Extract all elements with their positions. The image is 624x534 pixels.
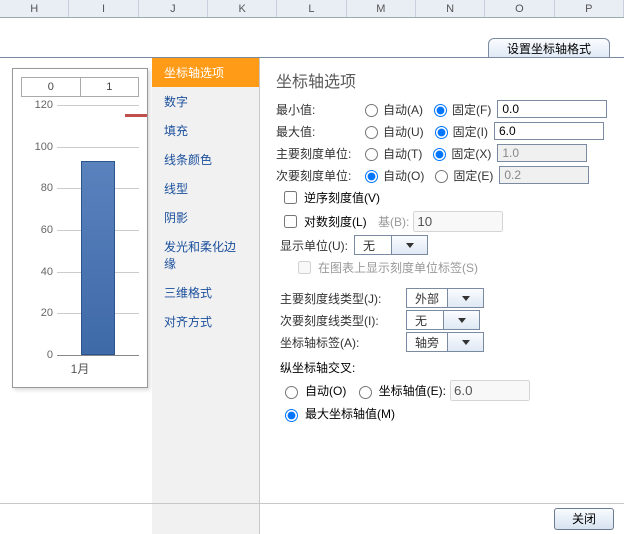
chevron-down-icon xyxy=(447,289,483,307)
chart-x-label: 1月 xyxy=(13,360,147,377)
chart-bar[interactable] xyxy=(81,161,115,355)
axis-label-select[interactable]: 轴旁 xyxy=(406,332,484,352)
sidebar-item-number[interactable]: 数字 xyxy=(152,87,259,116)
chevron-down-icon xyxy=(443,311,479,329)
show-unit-label-checkbox xyxy=(298,261,311,274)
min-value-input[interactable] xyxy=(497,100,607,118)
max-label: 最大值: xyxy=(276,123,354,140)
chevron-down-icon xyxy=(447,333,483,351)
major-unit-label: 主要刻度单位: xyxy=(276,145,354,162)
chart-gridline xyxy=(57,105,139,106)
close-button[interactable]: 关闭 xyxy=(554,508,614,530)
col-h: H xyxy=(0,0,69,17)
sidebar-item-shadow[interactable]: 阴影 xyxy=(152,203,259,232)
col-m: M xyxy=(347,0,416,17)
sidebar-item-line-style[interactable]: 线型 xyxy=(152,174,259,203)
dialog-tab-format-axis[interactable]: 设置坐标轴格式 xyxy=(488,38,610,58)
minor-auto-radio[interactable]: 自动(O) xyxy=(360,167,424,184)
chart-ytick: 20 xyxy=(23,307,53,319)
reverse-label: 逆序刻度值(V) xyxy=(304,189,380,206)
cross-value-radio[interactable] xyxy=(359,386,372,399)
min-fixed-radio[interactable]: 固定(F) xyxy=(429,101,491,118)
major-unit-input[interactable] xyxy=(497,144,587,162)
chart-ytick: 120 xyxy=(23,99,53,111)
major-auto-radio[interactable]: 自动(T) xyxy=(360,145,422,162)
min-auto-radio[interactable]: 自动(A) xyxy=(360,101,423,118)
col-k: K xyxy=(208,0,277,17)
minor-fixed-radio[interactable]: 固定(E) xyxy=(430,167,493,184)
minor-tick-label: 次要刻度线类型(I): xyxy=(280,312,400,329)
logscale-base-label: 基(B): xyxy=(378,213,409,230)
cross-auto-radio[interactable] xyxy=(285,386,298,399)
minor-unit-label: 次要刻度单位: xyxy=(276,167,354,184)
max-fixed-radio[interactable]: 固定(I) xyxy=(430,123,488,140)
pane-title: 坐标轴选项 xyxy=(276,68,608,92)
sidebar-item-line-color[interactable]: 线条颜色 xyxy=(152,145,259,174)
cross-value-input[interactable] xyxy=(450,380,530,401)
column-headers: H I J K L M N O P xyxy=(0,0,624,18)
show-unit-label-text: 在图表上显示刻度单位标签(S) xyxy=(318,259,478,276)
sidebar-item-glow[interactable]: 发光和柔化边缘 xyxy=(152,232,259,278)
chart-y-axis: 020406080100120 xyxy=(23,105,53,355)
axis-options-pane: 坐标轴选项 最小值: 自动(A) 固定(F) 最大值: 自动(U) 固定(I) … xyxy=(260,58,624,504)
logscale-checkbox[interactable] xyxy=(284,215,297,228)
cross-max-radio[interactable] xyxy=(285,409,298,422)
max-auto-radio[interactable]: 自动(U) xyxy=(360,123,424,140)
col-i: I xyxy=(69,0,138,17)
col-p: P xyxy=(555,0,624,17)
display-unit-select[interactable]: 无 xyxy=(354,235,428,255)
display-unit-label: 显示单位(U): xyxy=(280,237,348,254)
chart-ytick: 80 xyxy=(23,182,53,194)
chart-mini-header: 0 1 xyxy=(21,77,139,97)
chart-ytick: 100 xyxy=(23,141,53,153)
sidebar-item-alignment[interactable]: 对齐方式 xyxy=(152,307,259,336)
sidebar-item-fill[interactable]: 填充 xyxy=(152,116,259,145)
chart-head-1: 1 xyxy=(80,78,139,96)
category-sidebar: 坐标轴选项 数字 填充 线条颜色 线型 阴影 发光和柔化边缘 三维格式 对齐方式 xyxy=(152,58,260,534)
separator xyxy=(0,503,624,504)
col-n: N xyxy=(416,0,485,17)
col-l: L xyxy=(277,0,346,17)
major-tick-label: 主要刻度线类型(J): xyxy=(280,290,400,307)
max-value-input[interactable] xyxy=(494,122,604,140)
col-j: J xyxy=(139,0,208,17)
chart-ytick: 40 xyxy=(23,266,53,278)
reverse-checkbox[interactable] xyxy=(284,191,297,204)
axis-label-label: 坐标轴标签(A): xyxy=(280,334,400,351)
min-label: 最小值: xyxy=(276,101,354,118)
chart-gridline xyxy=(57,147,139,148)
chart-ytick: 60 xyxy=(23,224,53,236)
cross-title: 纵坐标轴交叉: xyxy=(280,359,608,376)
chart-plot-area xyxy=(57,105,139,355)
chart-head-0: 0 xyxy=(22,78,80,96)
chevron-down-icon xyxy=(391,236,427,254)
minor-unit-input[interactable] xyxy=(499,166,589,184)
embedded-chart[interactable]: 0 1 020406080100120 1月 xyxy=(12,68,148,388)
minor-tick-select[interactable]: 无 xyxy=(406,310,480,330)
logscale-label: 对数刻度(L) xyxy=(304,213,367,230)
logscale-base-input[interactable] xyxy=(413,211,503,232)
col-o: O xyxy=(485,0,554,17)
major-fixed-radio[interactable]: 固定(X) xyxy=(428,145,491,162)
major-tick-select[interactable]: 外部 xyxy=(406,288,484,308)
sidebar-item-3d-format[interactable]: 三维格式 xyxy=(152,278,259,307)
sidebar-item-axis-options[interactable]: 坐标轴选项 xyxy=(152,58,259,87)
